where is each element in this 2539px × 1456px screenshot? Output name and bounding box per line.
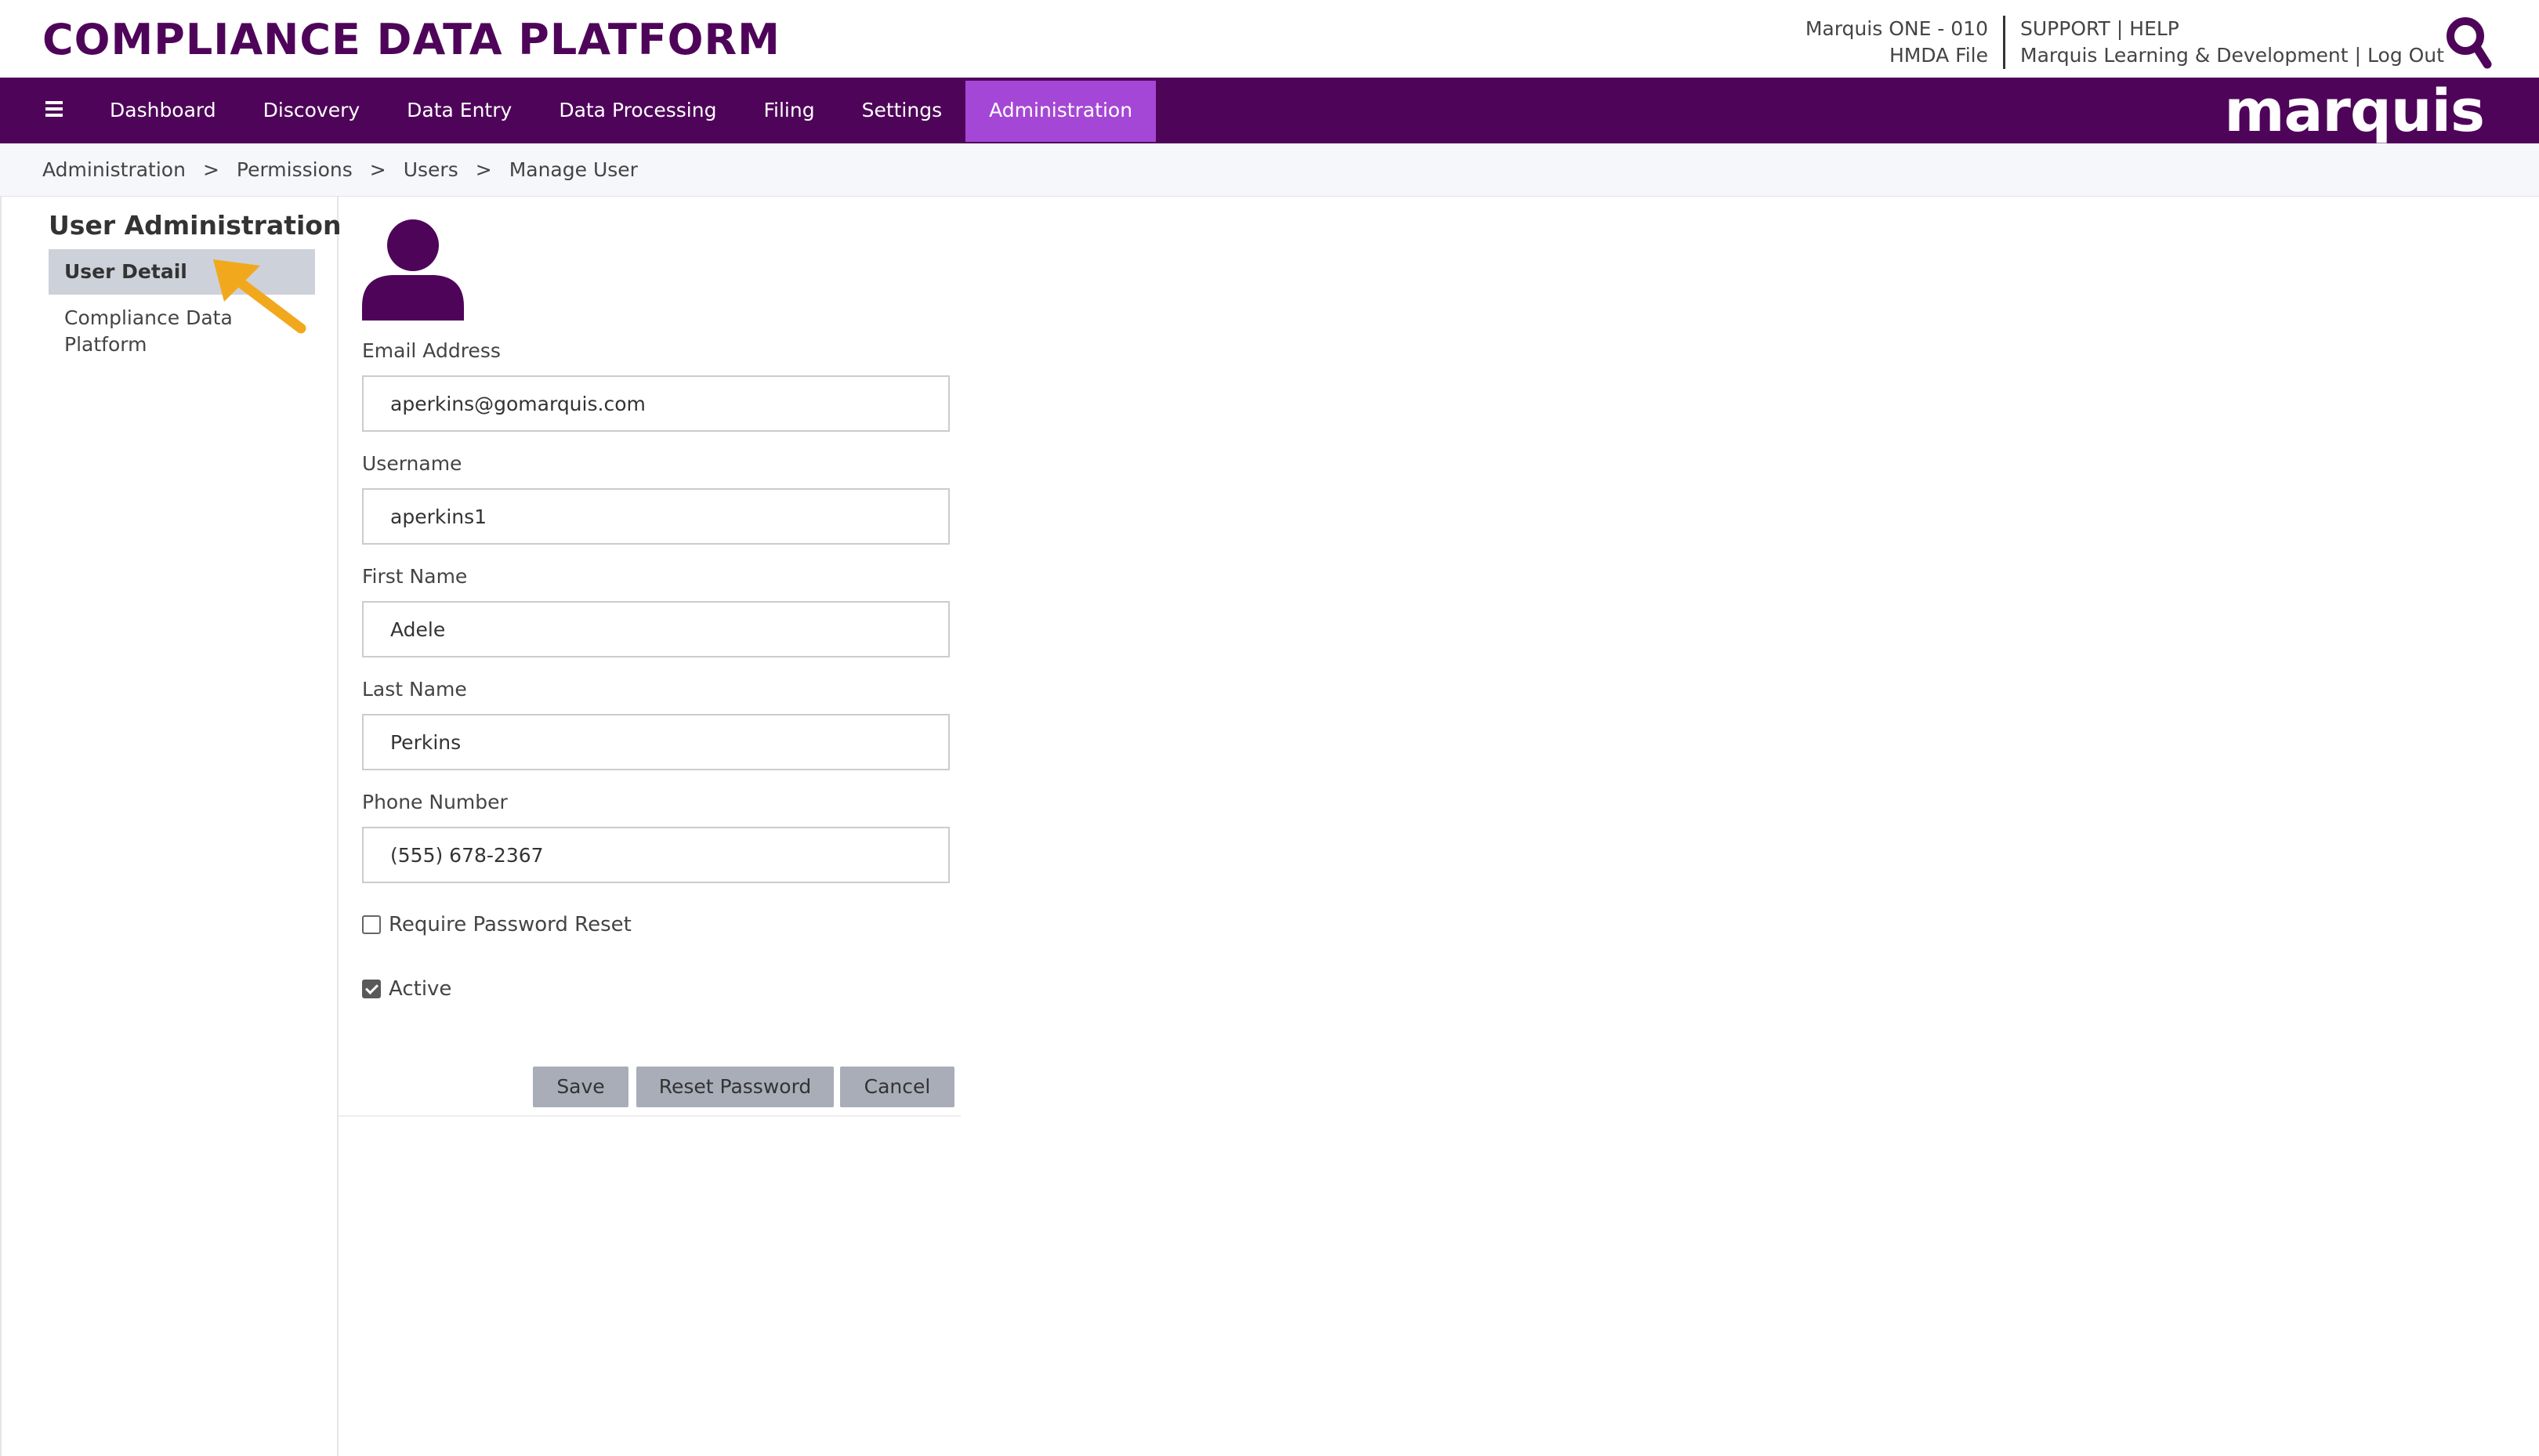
hamburger-menu-icon[interactable] — [45, 98, 64, 123]
last-name-label: Last Name — [362, 678, 467, 701]
active-checkbox[interactable] — [362, 980, 381, 998]
sidebar-item-compliance-data-platform[interactable]: Compliance Data Platform — [49, 305, 252, 358]
username-label: Username — [362, 452, 462, 475]
nav-item-administration[interactable]: Administration — [965, 81, 1157, 142]
nav-list: Dashboard Discovery Data Entry Data Proc… — [86, 78, 1157, 143]
instance-name: Marquis ONE - 010 — [1805, 17, 1988, 40]
breadcrumb-administration[interactable]: Administration — [42, 143, 186, 197]
nav-item-discovery[interactable]: Discovery — [240, 78, 384, 143]
user-detail-form: Email Address Username First Name Last N… — [339, 197, 961, 1117]
reset-password-button[interactable]: Reset Password — [636, 1067, 834, 1107]
sidebar-item-user-detail[interactable]: User Detail — [49, 249, 315, 295]
breadcrumb-users[interactable]: Users — [404, 143, 458, 197]
main-content: Email Address Username First Name Last N… — [339, 197, 2539, 1456]
first-name-label: First Name — [362, 565, 468, 588]
user-links: SUPPORT | HELP Marquis Learning & Developm… — [2020, 16, 2444, 69]
main-navbar: Dashboard Discovery Data Entry Data Proc… — [0, 78, 2539, 143]
logout-link[interactable]: Log Out — [2367, 44, 2444, 67]
active-row: Active — [362, 973, 451, 1005]
nav-item-filing[interactable]: Filing — [740, 78, 838, 143]
breadcrumb-separator: > — [475, 158, 492, 181]
phone-field[interactable] — [362, 827, 950, 883]
sidebar-title: User Administration — [49, 210, 342, 241]
save-button[interactable]: Save — [533, 1067, 628, 1107]
header-divider — [2003, 16, 2005, 69]
nav-item-dashboard[interactable]: Dashboard — [86, 78, 240, 143]
header: COMPLIANCE DATA PLATFORM Marquis ONE - 0… — [0, 0, 2539, 78]
support-link[interactable]: SUPPORT — [2020, 17, 2110, 40]
link-separator: | — [2116, 17, 2124, 40]
phone-label: Phone Number — [362, 791, 508, 813]
nav-item-data-processing[interactable]: Data Processing — [535, 78, 740, 143]
breadcrumb-separator: > — [202, 158, 219, 181]
instance-info: Marquis ONE - 010 HMDA File — [1806, 16, 1988, 69]
breadcrumb-permissions[interactable]: Permissions — [237, 143, 353, 197]
require-password-reset-label: Require Password Reset — [389, 913, 632, 936]
email-field[interactable] — [362, 375, 950, 432]
cancel-button[interactable]: Cancel — [840, 1067, 954, 1107]
app-title: COMPLIANCE DATA PLATFORM — [42, 15, 781, 64]
first-name-field[interactable] — [362, 601, 950, 657]
breadcrumb-separator: > — [369, 158, 386, 181]
active-label: Active — [389, 977, 452, 1001]
search-icon[interactable] — [2443, 14, 2494, 74]
link-separator: | — [2354, 44, 2362, 67]
breadcrumb: Administration > Permissions > Users > M… — [42, 143, 638, 197]
sidebar: User Administration User Detail Complian… — [0, 197, 342, 1456]
brand-logo: marquis — [2224, 78, 2485, 145]
username-field[interactable] — [362, 488, 950, 545]
require-password-reset-checkbox[interactable] — [362, 915, 381, 934]
organization-name: Marquis Learning & Development — [2020, 44, 2349, 67]
require-password-reset-row: Require Password Reset — [362, 909, 632, 940]
email-label: Email Address — [362, 339, 501, 362]
nav-item-settings[interactable]: Settings — [838, 78, 966, 143]
last-name-field[interactable] — [362, 714, 950, 770]
breadcrumb-manage-user: Manage User — [509, 158, 638, 181]
nav-item-data-entry[interactable]: Data Entry — [383, 78, 535, 143]
breadcrumb-bar: Administration > Permissions > Users > M… — [0, 143, 2539, 197]
help-link[interactable]: HELP — [2129, 17, 2179, 40]
user-avatar-icon — [362, 219, 464, 321]
file-name: HMDA File — [1889, 44, 1988, 67]
